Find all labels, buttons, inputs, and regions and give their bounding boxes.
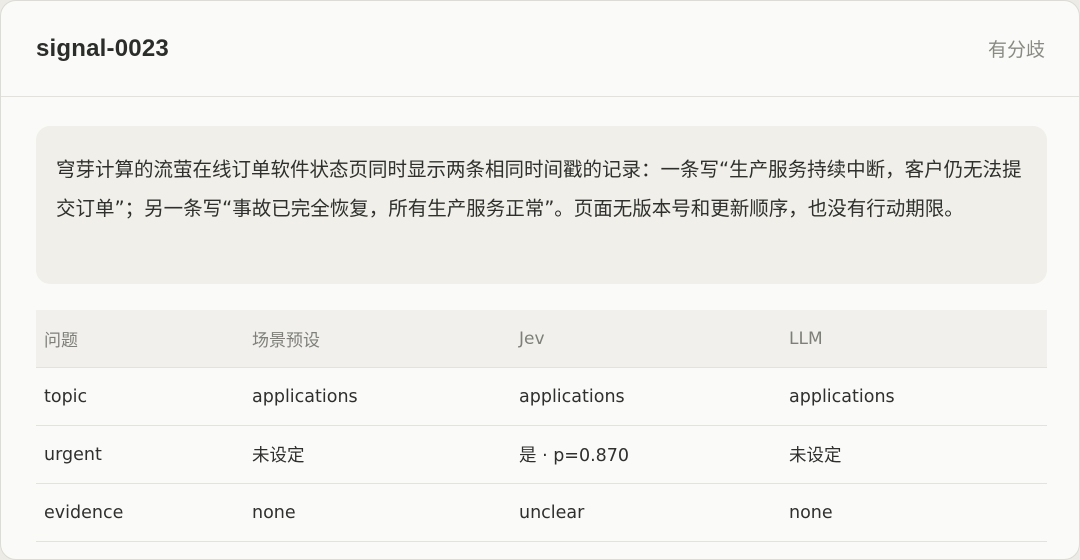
column-header-scenario-preset: 场景预设	[252, 331, 320, 351]
message-text: 穹芽计算的流萤在线订单软件状态页同时显示两条相同时间戳的记录：一条写“生产服务持…	[56, 158, 1022, 220]
message-box: 穹芽计算的流萤在线订单软件状态页同时显示两条相同时间戳的记录：一条写“生产服务持…	[36, 126, 1047, 284]
table-cell-scenario-preset: applications	[252, 386, 358, 407]
signal-title: signal-0023	[36, 34, 169, 62]
status-badge: 有分歧	[987, 39, 1045, 61]
table-cell-question: evidence	[44, 502, 124, 523]
table-cell-jev: 是 · p=0.870	[519, 446, 630, 466]
table-cell-question: topic	[44, 386, 88, 407]
table-cell-llm: 未设定	[789, 446, 842, 466]
table-row: evidence none unclear none	[36, 484, 1047, 542]
table-cell-jev: unclear	[519, 502, 585, 523]
table-header-row: 问题 场景预设 Jev LLM	[36, 310, 1047, 368]
table-cell-llm: none	[789, 502, 833, 523]
signal-card: signal-0023 有分歧 穹芽计算的流萤在线订单软件状态页同时显示两条相同…	[0, 0, 1080, 560]
table-cell-scenario-preset: none	[252, 502, 296, 523]
card-header: signal-0023 有分歧	[1, 1, 1079, 97]
table-row: urgent 未设定 是 · p=0.870 未设定	[36, 426, 1047, 484]
table-cell-question: urgent	[44, 444, 102, 465]
table-row: topic applications applications applicat…	[36, 368, 1047, 426]
table-cell-jev: applications	[519, 386, 625, 407]
column-header-llm: LLM	[789, 328, 823, 349]
comparison-table: 问题 场景预设 Jev LLM topic applications appli…	[36, 310, 1047, 542]
table-cell-llm: applications	[789, 386, 895, 407]
table-cell-scenario-preset: 未设定	[252, 446, 305, 466]
column-header-question: 问题	[44, 331, 78, 351]
column-header-jev: Jev	[519, 328, 545, 349]
